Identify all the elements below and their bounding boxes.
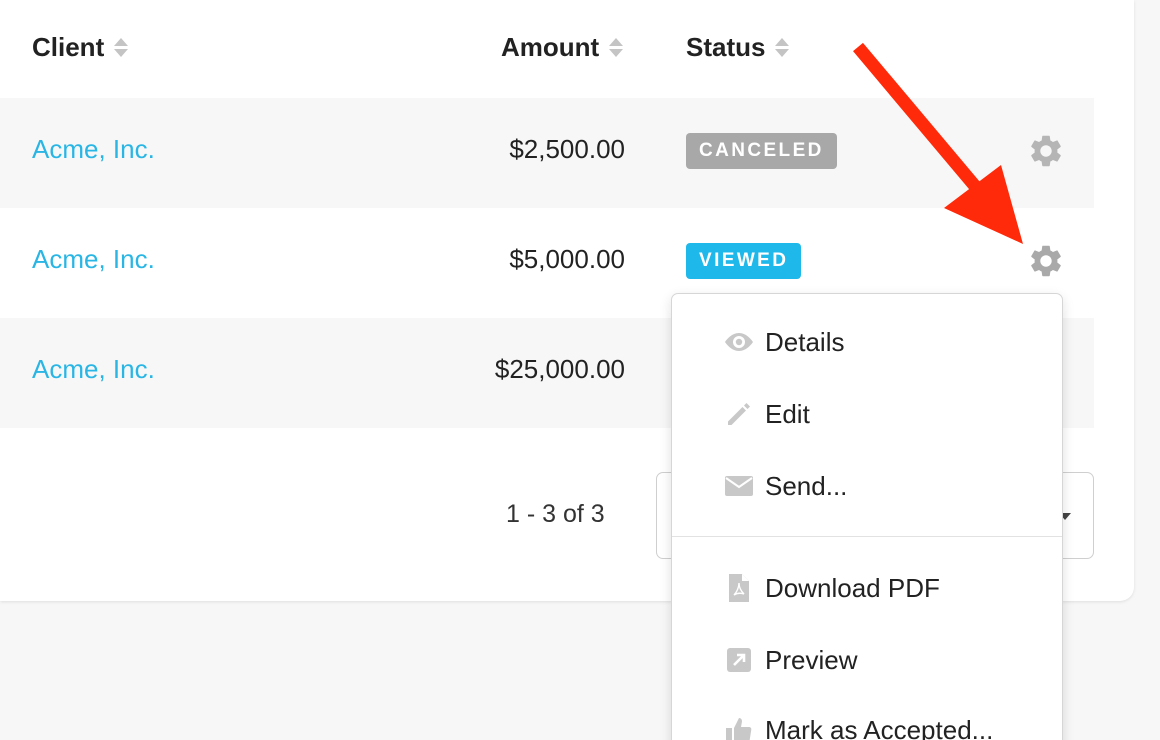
row-actions-menu: Details Edit Send... Download PDF Previe… [671,293,1063,740]
column-header-client[interactable]: Client [32,30,129,64]
menu-item-edit[interactable]: Edit [672,384,1062,444]
envelope-icon [724,471,754,501]
column-header-status-label: Status [686,31,766,62]
menu-divider [672,536,1062,537]
column-header-status[interactable]: Status [686,30,790,64]
external-link-icon [724,645,754,675]
pdf-file-icon [724,573,754,603]
status-badge: VIEWED [686,243,802,279]
thumbs-up-icon [724,715,754,740]
pencil-icon [724,399,754,429]
sort-icon [775,37,790,57]
menu-item-label: Mark as Accepted... [765,714,994,740]
client-link[interactable]: Acme, Inc. [32,134,155,165]
menu-item-label: Edit [765,398,810,429]
gear-icon[interactable] [1027,242,1065,280]
amount-value: $5,000.00 [509,244,625,274]
column-header-amount-label: Amount [501,31,600,62]
eye-icon [724,327,754,357]
amount-value: $2,500.00 [509,134,625,164]
client-link[interactable]: Acme, Inc. [32,244,155,275]
menu-item-label: Details [765,326,845,357]
sort-icon [609,37,624,57]
gear-icon[interactable] [1027,132,1065,170]
column-header-amount[interactable]: Amount [501,30,624,64]
client-link[interactable]: Acme, Inc. [32,354,155,385]
menu-item-preview[interactable]: Preview [672,630,1062,690]
menu-item-label: Send... [765,470,848,501]
sort-icon [114,37,129,57]
table-row: Acme, Inc. $2,500.00 CANCELED [0,98,1094,208]
menu-item-send[interactable]: Send... [672,456,1062,516]
menu-item-label: Preview [765,644,858,675]
menu-item-details[interactable]: Details [672,312,1062,372]
status-badge: CANCELED [686,133,837,169]
pagination-range: 1 - 3 of 3 [506,500,605,528]
menu-item-mark-accepted[interactable]: Mark as Accepted... [672,700,1062,740]
column-header-client-label: Client [32,31,105,62]
amount-value: $25,000.00 [494,354,625,384]
menu-item-label: Download PDF [765,572,940,603]
menu-item-download-pdf[interactable]: Download PDF [672,558,1062,618]
